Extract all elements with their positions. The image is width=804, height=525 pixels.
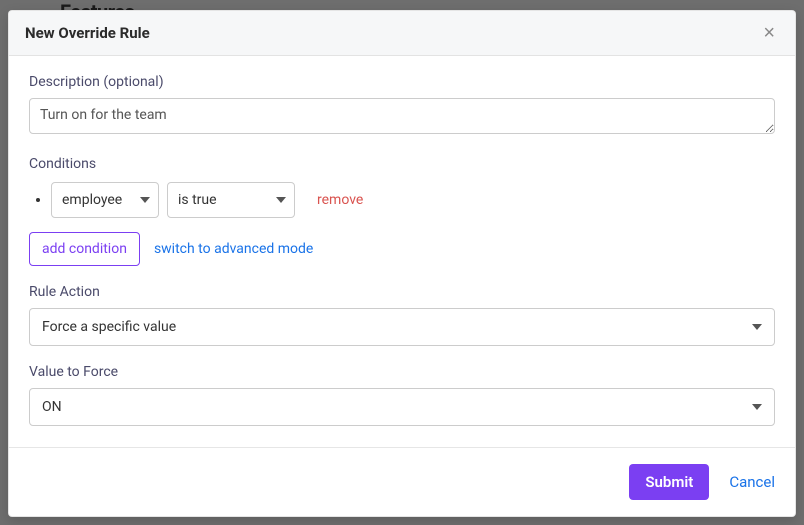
- override-rule-modal: New Override Rule × Description (optiona…: [8, 10, 796, 517]
- condition-operator-select[interactable]: is true: [167, 182, 295, 218]
- value-to-force-select[interactable]: ON: [29, 388, 775, 426]
- conditions-list: employee is true remove: [29, 180, 775, 222]
- close-icon: ×: [763, 22, 775, 44]
- condition-row: employee is true remove: [51, 180, 775, 222]
- submit-button[interactable]: Submit: [629, 464, 709, 500]
- add-condition-button[interactable]: add condition: [29, 232, 140, 266]
- condition-actions: add condition switch to advanced mode: [29, 232, 775, 266]
- modal-body: Description (optional) Conditions employ…: [9, 56, 795, 447]
- advanced-mode-link[interactable]: switch to advanced mode: [154, 241, 313, 257]
- conditions-label: Conditions: [29, 156, 775, 172]
- modal-footer: Submit Cancel: [9, 447, 795, 516]
- description-input[interactable]: [29, 98, 775, 134]
- condition-attribute-select[interactable]: employee: [51, 182, 159, 218]
- rule-action-label: Rule Action: [29, 284, 775, 300]
- modal-title: New Override Rule: [25, 24, 150, 42]
- conditions-group: Conditions employee is true remove ad: [29, 156, 775, 266]
- value-to-force-group: Value to Force ON: [29, 364, 775, 426]
- rule-action-select[interactable]: Force a specific value: [29, 308, 775, 346]
- description-group: Description (optional): [29, 74, 775, 138]
- rule-action-group: Rule Action Force a specific value: [29, 284, 775, 346]
- close-button[interactable]: ×: [759, 23, 779, 43]
- description-label: Description (optional): [29, 74, 775, 90]
- value-to-force-label: Value to Force: [29, 364, 775, 380]
- modal-header: New Override Rule ×: [9, 11, 795, 56]
- remove-condition-button[interactable]: remove: [317, 192, 363, 208]
- cancel-button[interactable]: Cancel: [729, 473, 775, 491]
